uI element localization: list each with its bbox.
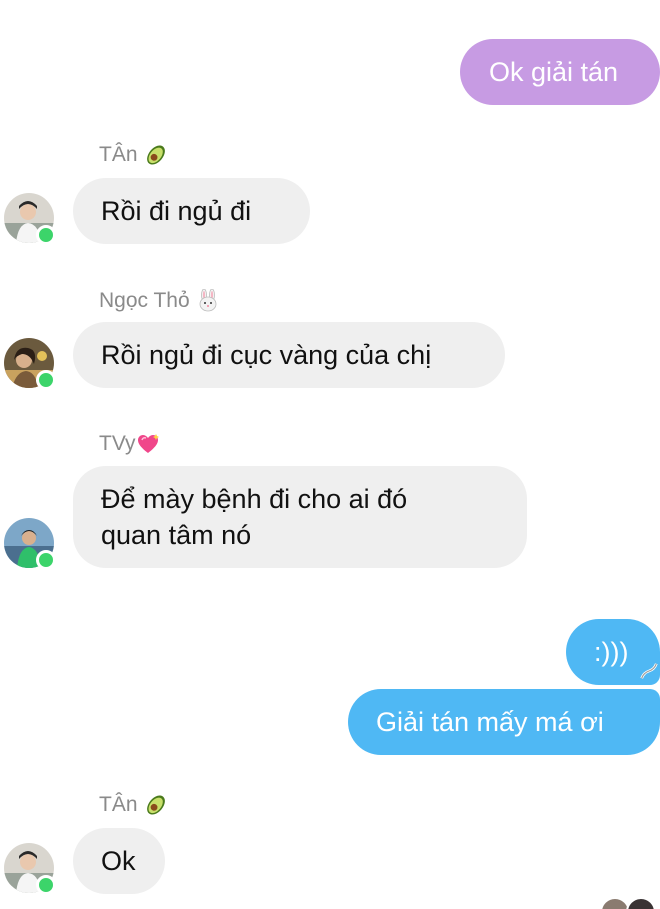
rabbit-face-icon bbox=[199, 289, 217, 312]
message-text: :))) bbox=[594, 637, 629, 667]
message-bubble-outgoing[interactable]: Ok giải tán bbox=[460, 39, 660, 105]
sender-name: TÂn bbox=[99, 792, 168, 818]
sender-name: TÂn bbox=[99, 142, 168, 168]
message-bubble-incoming[interactable]: Rồi ngủ đi cục vàng của chị bbox=[73, 322, 505, 388]
message-bubble-outgoing[interactable]: Giải tán mấy má ơi bbox=[348, 689, 660, 755]
seen-avatar bbox=[626, 897, 656, 909]
reaction-icon[interactable] bbox=[638, 660, 660, 682]
avocado-icon bbox=[146, 145, 165, 165]
message-bubble-incoming[interactable]: Ok bbox=[73, 828, 165, 894]
message-bubble-incoming[interactable]: Để mày bệnh đi cho ai đó quan tâm nó bbox=[73, 466, 527, 568]
message-text: Ok giải tán bbox=[489, 57, 619, 87]
message-bubble-incoming[interactable]: Rồi đi ngủ đi bbox=[73, 178, 310, 244]
sender-name: Ngọc Thỏ bbox=[99, 288, 220, 314]
avatar[interactable] bbox=[4, 338, 56, 390]
sparkling-heart-icon bbox=[137, 434, 159, 453]
read-receipts bbox=[600, 897, 660, 909]
message-text-line: quan tâm nó bbox=[101, 520, 252, 550]
sender-name: TVy bbox=[99, 431, 160, 457]
message-text-line: Để mày bệnh đi cho ai đó bbox=[101, 484, 408, 514]
avatar[interactable] bbox=[4, 193, 56, 245]
avatar[interactable] bbox=[4, 518, 56, 570]
message-text: Ok bbox=[101, 846, 136, 876]
message-text: Giải tán mấy má ơi bbox=[376, 707, 604, 737]
message-text: Rồi đi ngủ đi bbox=[101, 196, 252, 226]
message-text: Rồi ngủ đi cục vàng của chị bbox=[101, 340, 432, 370]
online-status-dot bbox=[36, 550, 56, 570]
online-status-dot bbox=[36, 875, 56, 895]
online-status-dot bbox=[36, 225, 56, 245]
online-status-dot bbox=[36, 370, 56, 390]
avocado-icon bbox=[146, 795, 165, 815]
avatar[interactable] bbox=[4, 843, 56, 895]
